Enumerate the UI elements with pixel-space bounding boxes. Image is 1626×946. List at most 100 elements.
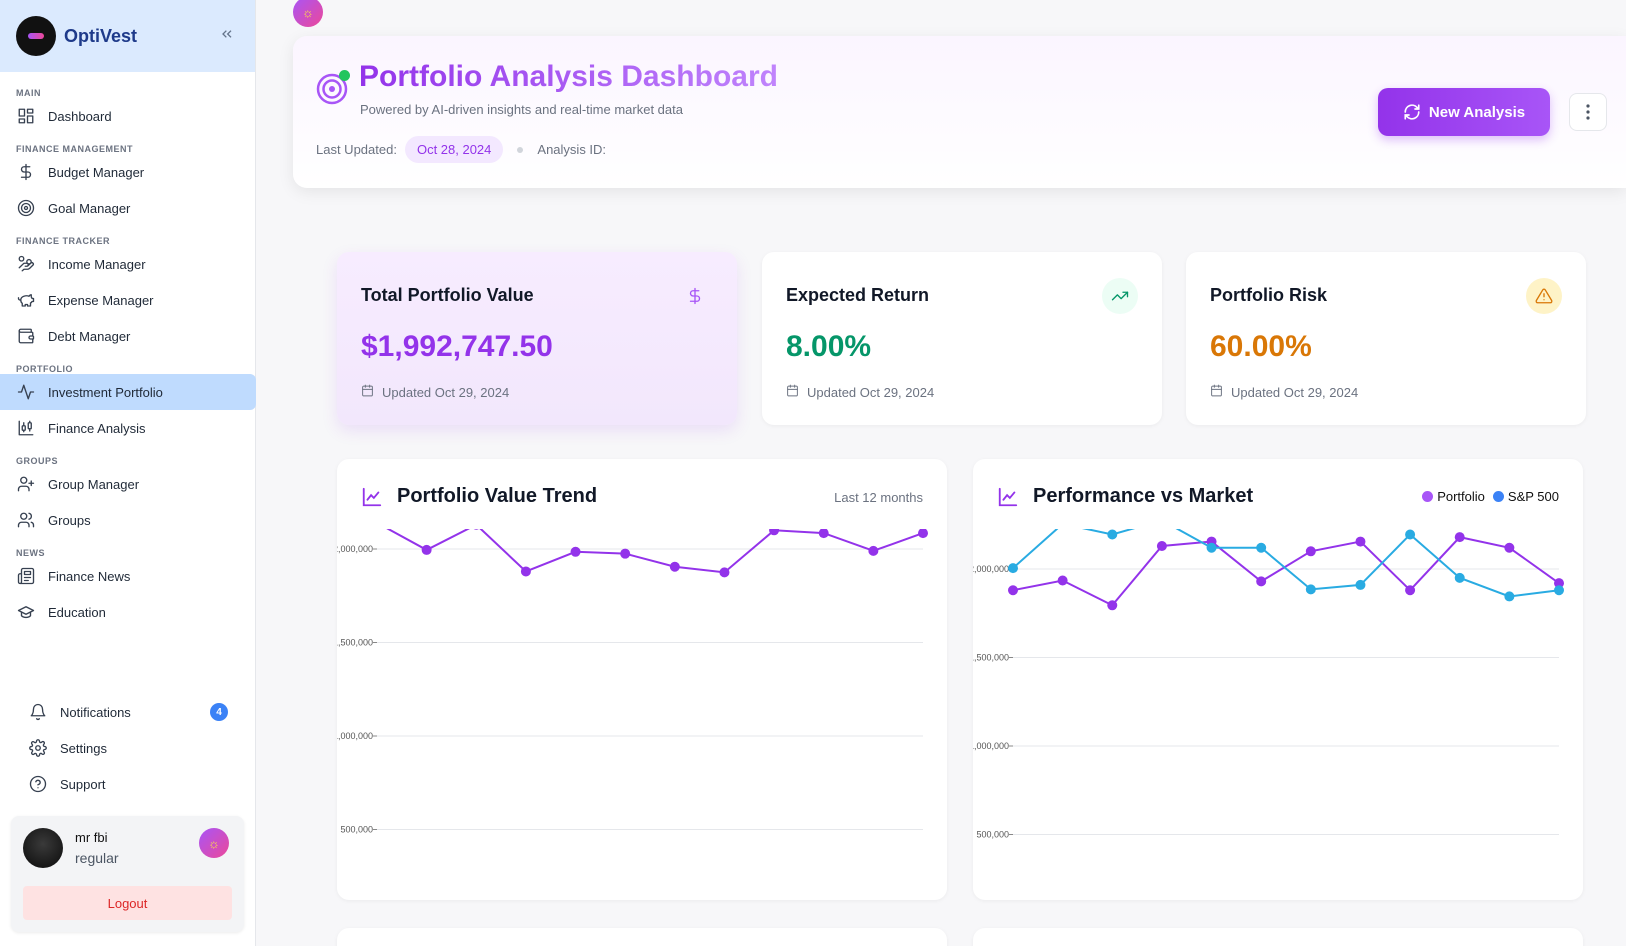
sidebar-item-goal-manager[interactable]: Goal Manager — [0, 190, 255, 226]
sidebar-item-label: Finance News — [48, 568, 131, 584]
data-point[interactable] — [1405, 585, 1416, 596]
status-dot — [339, 70, 350, 81]
notification-badge: 4 — [210, 703, 228, 721]
calendar-icon — [1210, 384, 1223, 400]
data-point[interactable] — [868, 545, 879, 556]
stat-value: 60.00% — [1210, 330, 1312, 363]
data-point[interactable] — [1206, 542, 1217, 553]
users-icon — [16, 510, 36, 530]
calendar-icon — [786, 384, 799, 400]
sidebar-item-label: Settings — [60, 740, 107, 756]
data-point[interactable] — [719, 567, 730, 578]
sidebar-item-label: Finance Analysis — [48, 420, 146, 436]
activity-icon — [16, 382, 36, 402]
data-point[interactable] — [1554, 585, 1564, 596]
user-card: mr fbi regular ☼ Logout — [11, 816, 244, 932]
brand-logo[interactable] — [16, 16, 56, 56]
collapse-sidebar-icon[interactable] — [219, 26, 235, 47]
sidebar-item-settings[interactable]: Settings — [20, 730, 236, 766]
theme-toggle-icon[interactable]: ☼ — [293, 0, 323, 27]
series-line — [1012, 536, 1560, 607]
data-point[interactable] — [1305, 584, 1316, 595]
data-point[interactable] — [1057, 575, 1068, 586]
sidebar-item-finance-analysis[interactable]: Finance Analysis — [0, 410, 255, 446]
dashboard-icon — [16, 106, 36, 126]
portfolio-value-chart: 0500,0001,000,0001,500,0002,000,00012/11… — [337, 529, 928, 835]
y-tick-label: 1,500,000 — [337, 638, 373, 648]
y-tick-label: 1,000,000 — [973, 741, 1009, 751]
stat-updated: Updated Oct 29, 2024 — [1210, 384, 1358, 400]
new-analysis-button[interactable]: New Analysis — [1378, 88, 1550, 136]
bottom-card — [337, 928, 947, 946]
sidebar-item-education[interactable]: Education — [0, 594, 255, 630]
section-label: FINANCE TRACKER — [16, 236, 110, 246]
newspaper-icon — [16, 566, 36, 586]
data-point[interactable] — [669, 561, 680, 572]
sidebar-item-notifications[interactable]: Notifications 4 — [20, 694, 236, 730]
data-point[interactable] — [1504, 591, 1515, 602]
line-chart-icon — [362, 487, 382, 506]
user-name: mr fbi — [75, 830, 108, 845]
sidebar-item-dashboard[interactable]: Dashboard — [0, 98, 255, 134]
sidebar-item-expense-manager[interactable]: Expense Manager — [0, 282, 255, 318]
avatar[interactable] — [23, 828, 63, 868]
y-tick-label: 500,000 — [976, 830, 1009, 840]
more-options-icon[interactable] — [1569, 93, 1607, 131]
data-point[interactable] — [1454, 532, 1465, 543]
data-point[interactable] — [1107, 600, 1118, 611]
data-point[interactable] — [570, 546, 581, 557]
data-point[interactable] — [1454, 572, 1465, 583]
performance-vs-market-card: Performance vs Market Portfolio S&P 500 … — [973, 459, 1583, 900]
sidebar-item-groups[interactable]: Groups — [0, 502, 255, 538]
sidebar-item-label: Groups — [48, 512, 91, 528]
legend-item-sp500[interactable]: S&P 500 — [1492, 489, 1559, 504]
hand-coins-icon — [16, 254, 36, 274]
data-point[interactable] — [520, 566, 531, 577]
data-point[interactable] — [918, 529, 928, 539]
data-point[interactable] — [1305, 546, 1316, 557]
sidebar-item-investment-portfolio[interactable]: Investment Portfolio — [0, 374, 256, 410]
data-point[interactable] — [421, 544, 432, 555]
sidebar-item-label: Group Manager — [48, 476, 140, 492]
theme-toggle-icon[interactable]: ☼ — [199, 828, 229, 858]
sidebar-item-income-manager[interactable]: Income Manager — [0, 246, 255, 282]
performance-chart: 0500,0001,000,0001,500,0002,000,00012/11… — [973, 529, 1564, 840]
data-point[interactable] — [1405, 529, 1416, 540]
stat-card-total-portfolio-value[interactable]: Total Portfolio Value $1,992,747.50 Upda… — [337, 252, 737, 425]
data-point[interactable] — [1008, 563, 1018, 574]
sidebar-item-label: Debt Manager — [48, 328, 131, 344]
data-point[interactable] — [818, 529, 829, 539]
alert-triangle-icon — [1526, 278, 1562, 314]
last-updated-label: Last Updated: — [316, 142, 397, 157]
user-plus-icon — [16, 474, 36, 494]
data-point[interactable] — [620, 548, 631, 559]
stat-card-portfolio-risk[interactable]: Portfolio Risk 60.00% Updated Oct 29, 20… — [1186, 252, 1586, 425]
sidebar-item-finance-news[interactable]: Finance News — [0, 558, 255, 594]
bell-icon — [28, 702, 48, 722]
legend-item-portfolio[interactable]: Portfolio — [1422, 489, 1485, 504]
data-point[interactable] — [1107, 529, 1118, 540]
sidebar-item-label: Budget Manager — [48, 164, 145, 180]
section-label: FINANCE MANAGEMENT — [16, 144, 133, 154]
sidebar-item-budget-manager[interactable]: Budget Manager — [0, 154, 255, 190]
sidebar-item-group-manager[interactable]: Group Manager — [0, 466, 255, 502]
data-point[interactable] — [1256, 542, 1267, 553]
sidebar-item-debt-manager[interactable]: Debt Manager — [0, 318, 255, 354]
chart-legend: Portfolio S&P 500 — [1422, 489, 1559, 504]
analysis-meta: Last Updated: Oct 28, 2024 Analysis ID: — [316, 136, 606, 163]
data-point[interactable] — [1256, 576, 1267, 587]
sidebar-item-support[interactable]: Support — [20, 766, 236, 802]
chart-candlestick-icon — [16, 418, 36, 438]
data-point[interactable] — [1355, 579, 1366, 590]
stat-updated-text: Updated Oct 29, 2024 — [1231, 384, 1359, 400]
logout-button[interactable]: Logout — [23, 886, 232, 920]
stat-card-expected-return[interactable]: Expected Return 8.00% Updated Oct 29, 20… — [762, 252, 1162, 425]
data-point[interactable] — [1504, 542, 1515, 553]
y-tick-label: 500,000 — [340, 825, 373, 835]
data-point[interactable] — [1008, 585, 1018, 596]
data-point[interactable] — [1156, 540, 1167, 551]
dollar-icon — [16, 162, 36, 182]
data-point[interactable] — [1355, 536, 1366, 547]
sidebar-item-label: Income Manager — [48, 256, 146, 272]
legend-label: S&P 500 — [1507, 489, 1559, 504]
